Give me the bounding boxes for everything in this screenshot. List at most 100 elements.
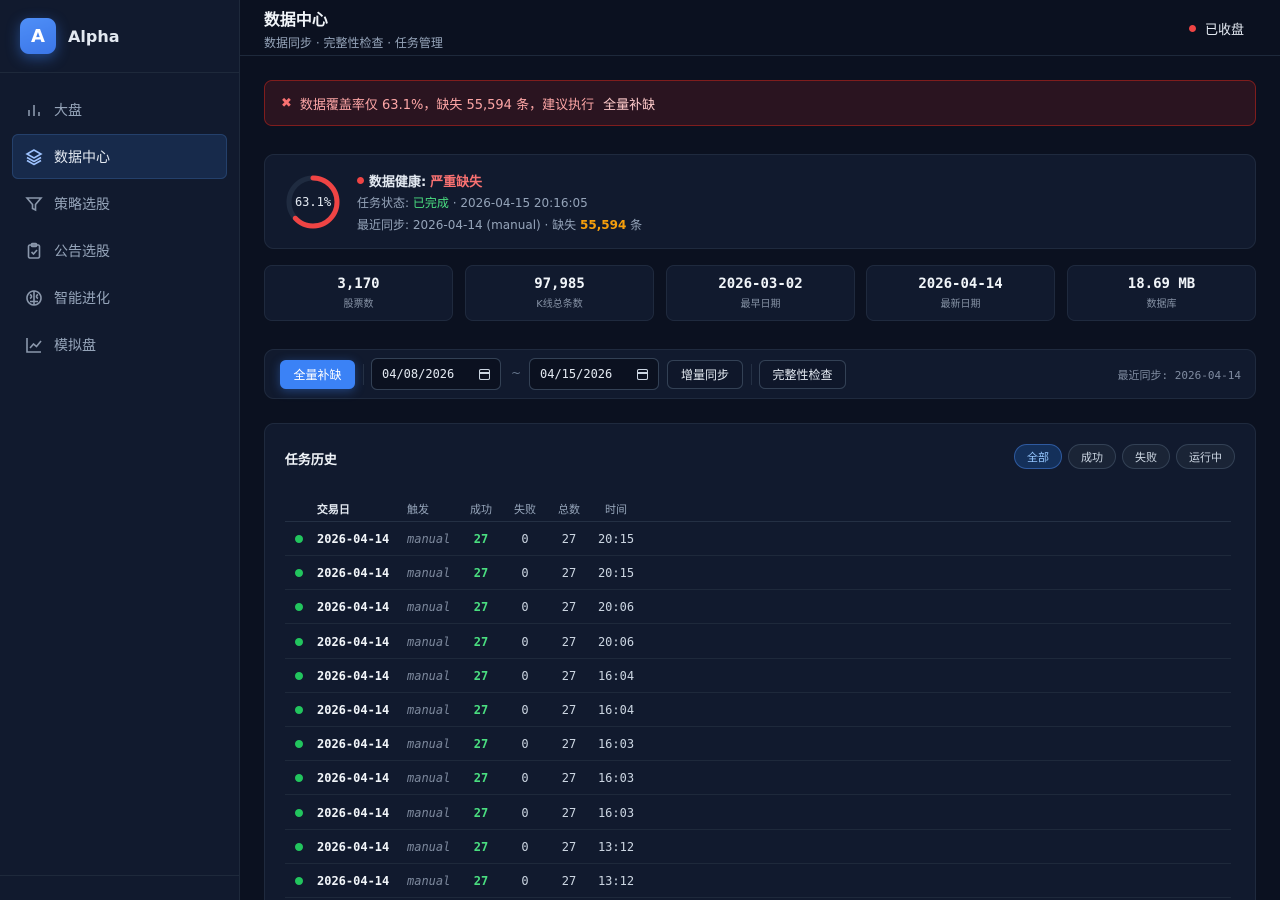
sidebar-item-evolution[interactable]: 智能进化 <box>12 275 227 320</box>
sidebar-item-label: 数据中心 <box>54 149 110 166</box>
missing-unit: 条 <box>630 218 643 232</box>
task-fail-count: 0 <box>521 703 529 717</box>
calendar-icon[interactable] <box>637 369 648 380</box>
filter-icon <box>25 196 43 211</box>
sidebar-item-simulation[interactable]: 模拟盘 <box>12 322 227 367</box>
status-success-dot-icon <box>295 808 303 817</box>
table-row[interactable]: 2026-04-14 manual 27 0 27 13:12 <box>285 830 1231 864</box>
table-header: 交易日 触发 成功 失败 总数 时间 <box>285 498 1231 522</box>
table-row[interactable]: 2026-04-14 manual 27 0 27 20:06 <box>285 590 1231 625</box>
task-success-count: 27 <box>473 532 489 546</box>
sidebar: A Alpha 大盘 数据中心 策略选股 公告选股 智能进化 模拟盘 <box>0 0 240 900</box>
task-total-count: 27 <box>561 703 577 717</box>
health-details: 数据健康: 严重缺失 任务状态: 已完成 · 2026-04-15 20:16:… <box>357 171 642 233</box>
task-date: 2026-04-14 <box>317 566 390 581</box>
sidebar-item-strategy[interactable]: 策略选股 <box>12 181 227 226</box>
task-success-count: 27 <box>473 805 489 820</box>
table-row[interactable]: 2026-04-14 manual 27 0 27 16:03 <box>285 761 1231 796</box>
coverage-alert: ✖ 数据覆盖率仅 63.1%，缺失 55,594 条，建议执行 全量补缺 <box>264 80 1256 126</box>
task-success-count: 27 <box>473 703 489 717</box>
stat-label: 数据库 <box>1146 299 1177 310</box>
task-success-count: 27 <box>473 771 489 786</box>
health-prefix: 数据健康: <box>369 174 427 190</box>
table-row[interactable]: 2026-04-14 manual 27 0 27 16:03 <box>285 727 1231 762</box>
task-trigger: manual <box>407 634 451 649</box>
sidebar-item-market[interactable]: 大盘 <box>12 87 227 132</box>
sidebar-item-data-center[interactable]: 数据中心 <box>12 134 227 179</box>
start-date-value: 04/08/2026 <box>382 367 455 381</box>
task-fail-count: 0 <box>521 805 529 820</box>
column-header-fail[interactable]: 失败 <box>509 501 541 517</box>
stat-value: 3,170 <box>337 276 380 292</box>
incremental-sync-button[interactable]: 增量同步 <box>667 360 743 389</box>
alert-fill-all-link[interactable]: 全量补缺 <box>603 94 655 113</box>
error-x-icon: ✖ <box>281 95 292 111</box>
date-range-separator: ~ <box>511 366 522 380</box>
health-dot-icon <box>357 176 364 184</box>
toolbar-divider <box>751 364 752 385</box>
stat-card-kline: 97,985 K线总条数 <box>465 265 654 321</box>
task-success-count: 27 <box>473 874 489 888</box>
task-status-value: 已完成 <box>412 196 449 210</box>
task-trigger: manual <box>407 737 451 752</box>
column-header-date[interactable]: 交易日 <box>317 501 350 517</box>
stat-card-stocks: 3,170 股票数 <box>264 265 453 321</box>
column-header-time[interactable]: 时间 <box>594 501 638 517</box>
task-success-count: 27 <box>473 634 489 649</box>
table-row[interactable]: 2026-04-14 manual 27 0 27 13:12 <box>285 864 1231 898</box>
task-time: 13:12 <box>597 839 635 854</box>
sidebar-item-label: 公告选股 <box>54 243 110 260</box>
task-fail-count: 0 <box>521 566 529 581</box>
table-row[interactable]: 2026-04-14 manual 27 0 27 20:15 <box>285 556 1231 591</box>
task-date: 2026-04-14 <box>317 839 390 854</box>
sidebar-item-announcement[interactable]: 公告选股 <box>12 228 227 273</box>
stat-label: 股票数 <box>343 299 374 310</box>
task-total-count: 27 <box>561 874 577 888</box>
column-header-success[interactable]: 成功 <box>465 501 497 517</box>
brand[interactable]: A Alpha <box>0 0 239 73</box>
brand-name: Alpha <box>68 26 120 46</box>
task-date: 2026-04-14 <box>317 874 390 888</box>
status-success-dot-icon <box>295 842 303 851</box>
task-total-count: 27 <box>561 600 577 615</box>
integrity-check-button[interactable]: 完整性检查 <box>759 360 846 389</box>
last-sync-label: 最近同步: 2026-04-14 <box>1117 369 1241 382</box>
end-date-value: 04/15/2026 <box>540 367 613 381</box>
task-fail-count: 0 <box>521 737 529 752</box>
column-header-trigger[interactable]: 触发 <box>407 501 429 517</box>
stat-value: 97,985 <box>534 276 585 292</box>
calendar-icon[interactable] <box>479 369 490 380</box>
filter-failed[interactable]: 失败 <box>1122 444 1170 469</box>
task-time: 20:06 <box>597 600 635 615</box>
task-trigger: manual <box>407 839 451 854</box>
table-row[interactable]: 2026-04-14 manual 27 0 27 20:15 <box>285 522 1231 556</box>
status-success-dot-icon <box>295 877 303 885</box>
task-time: 13:12 <box>597 874 635 888</box>
task-time: 16:03 <box>597 737 635 752</box>
start-date-input[interactable]: 04/08/2026 <box>371 358 501 390</box>
task-history-card: 任务历史 全部 成功 失败 运行中 交易日 触发 成功 失败 总数 时间 202… <box>264 423 1256 900</box>
filter-running[interactable]: 运行中 <box>1176 444 1235 469</box>
task-fail-count: 0 <box>521 874 529 888</box>
status-success-dot-icon <box>295 603 303 612</box>
table-row[interactable]: 2026-04-14 manual 27 0 27 16:03 <box>285 796 1231 830</box>
table-row[interactable]: 2026-04-14 manual 27 0 27 16:04 <box>285 693 1231 727</box>
table-row[interactable]: 2026-04-14 manual 27 0 27 16:04 <box>285 659 1231 693</box>
end-date-input[interactable]: 04/15/2026 <box>529 358 659 390</box>
health-value: 严重缺失 <box>430 174 483 190</box>
fill-all-button[interactable]: 全量补缺 <box>280 360 355 389</box>
table-row[interactable]: 2026-04-14 manual 27 0 27 20:06 <box>285 625 1231 659</box>
filter-all[interactable]: 全部 <box>1014 444 1062 469</box>
column-header-total[interactable]: 总数 <box>553 501 585 517</box>
task-success-count: 27 <box>473 839 489 854</box>
task-success-count: 27 <box>473 600 489 615</box>
task-success-count: 27 <box>473 668 489 683</box>
status-success-dot-icon <box>295 774 303 783</box>
task-date: 2026-04-14 <box>317 771 390 786</box>
alert-message: 数据覆盖率仅 63.1%，缺失 55,594 条，建议执行 <box>299 97 595 113</box>
page-header: 数据中心 数据同步 · 完整性检查 · 任务管理 已收盘 <box>240 0 1280 56</box>
filter-success[interactable]: 成功 <box>1068 444 1116 469</box>
task-trigger: manual <box>407 532 451 546</box>
status-success-dot-icon <box>295 535 303 543</box>
task-time: 16:03 <box>597 805 635 820</box>
